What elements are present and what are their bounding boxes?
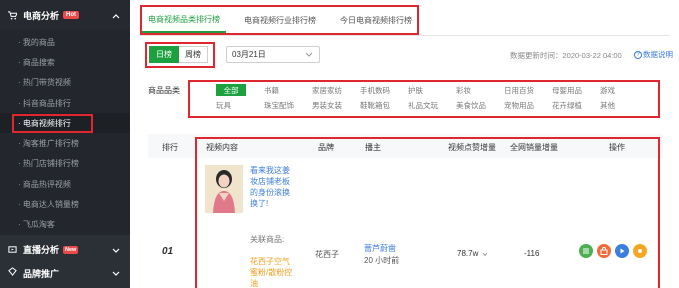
- cart-icon: [8, 10, 17, 20]
- new-badge: New: [63, 245, 79, 254]
- sidebar-group-brand[interactable]: 品牌推广: [0, 265, 130, 279]
- highlight-box-table: [195, 137, 660, 288]
- brand-icon: [8, 267, 17, 276]
- rank-number: 01: [162, 246, 174, 257]
- sidebar-item-product-search[interactable]: · 商品搜索: [0, 52, 130, 72]
- date-value: 03月21日: [232, 50, 266, 59]
- sidebar-item-douyin-product-rank[interactable]: · 抖音商品排行: [0, 93, 130, 113]
- sidebar-group-live[interactable]: 直播分析 New: [0, 235, 130, 265]
- chevron-down-icon: [112, 269, 120, 279]
- update-time: 数据更新时间：2020-03-22 04:00: [510, 51, 622, 60]
- sidebar-group-label: 品牌推广: [23, 268, 60, 279]
- sidebar-item-shop-rank[interactable]: · 热门店铺排行榜: [0, 154, 130, 174]
- chevron-down-icon: [112, 246, 120, 256]
- chevron-down-icon: [305, 51, 313, 60]
- header-rank: 排行: [162, 143, 178, 152]
- sidebar: 电商分析 Hot · 我的商品 · 商品搜索 · 热门带货视频 · 抖音商品排行…: [0, 0, 130, 288]
- help-label: 数据说明: [643, 50, 673, 59]
- highlight-box-period: [145, 42, 215, 68]
- help-link[interactable]: ? 数据说明: [634, 49, 673, 60]
- question-icon: ?: [634, 50, 642, 59]
- live-icon: [8, 245, 17, 254]
- divider: [140, 35, 670, 36]
- highlight-box-category: [188, 80, 660, 118]
- hot-badge: Hot: [63, 11, 80, 19]
- highlight-box-tabs: [140, 5, 419, 35]
- sidebar-item-hot-videos[interactable]: · 热门带货视频: [0, 73, 130, 93]
- sidebar-group-ecommerce[interactable]: 电商分析 Hot: [0, 0, 130, 30]
- sidebar-item-my-products[interactable]: · 我的商品: [0, 32, 130, 52]
- highlight-box-sidebar: [12, 114, 93, 133]
- sidebar-item-taoke-rank[interactable]: · 淘客推广排行榜: [0, 133, 130, 153]
- category-label: 商品品类: [148, 86, 180, 95]
- date-select[interactable]: 03月21日: [226, 46, 320, 63]
- sidebar-item-product-review-videos[interactable]: · 商品热评视频: [0, 174, 130, 194]
- sidebar-group-label: 电商分析: [23, 10, 60, 21]
- sidebar-item-influencer-sales[interactable]: · 电商达人销量榜: [0, 194, 130, 214]
- sidebar-item-feigua-taoke[interactable]: · 飞瓜淘客: [0, 215, 130, 235]
- chevron-up-icon: [112, 11, 120, 21]
- sidebar-group-label: 直播分析: [23, 245, 60, 256]
